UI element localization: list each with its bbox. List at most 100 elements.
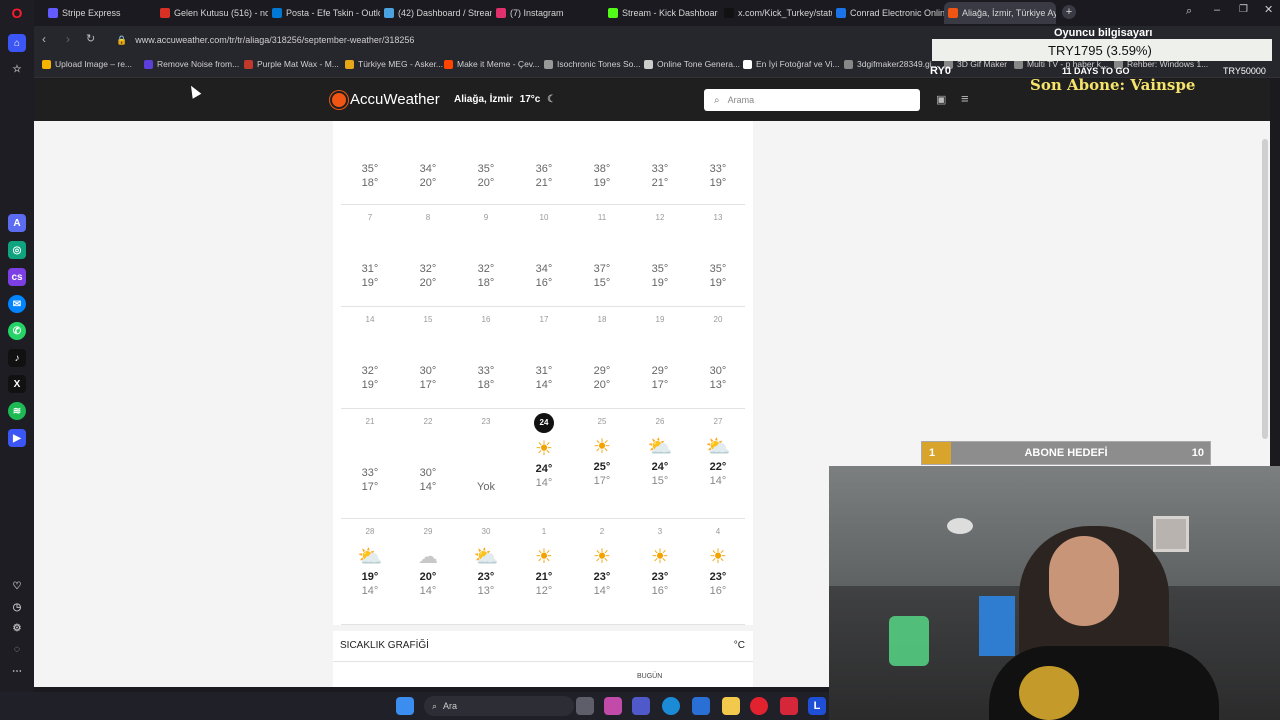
opera-logo-icon[interactable]: O: [8, 4, 26, 22]
spotify-icon[interactable]: ≋: [8, 402, 26, 420]
calendar-day[interactable]: 35° 20°: [457, 125, 515, 189]
maximize-button[interactable]: ❐: [1239, 4, 1248, 15]
unit-toggle[interactable]: °C: [734, 640, 745, 651]
calendar-day[interactable]: 38° 19°: [573, 125, 631, 189]
player-icon[interactable]: ▶: [8, 429, 26, 447]
bookmark-item[interactable]: Purple Mat Wax - M...: [244, 59, 339, 69]
bookmark-item[interactable]: En İyi Fotoğraf ve Vi...: [743, 59, 839, 69]
calendar-day[interactable]: 4 ☀ 23° 16°: [689, 523, 747, 597]
scrollbar[interactable]: [1262, 139, 1268, 439]
wps-icon[interactable]: [780, 697, 798, 715]
url-field[interactable]: 🔒 www.accuweather.com/tr/tr/aliaga/31825…: [106, 30, 996, 50]
whatsapp-icon[interactable]: ✆: [8, 322, 26, 340]
taskbar-search[interactable]: ⌕ Ara: [424, 696, 574, 716]
calendar-day[interactable]: 33° 21°: [631, 125, 689, 189]
tab-dashboard[interactable]: (42) Dashboard / Streamla: [380, 2, 492, 24]
tab-accuweather[interactable]: Aliağa, İzmir, Türkiye Aylı: [944, 2, 1056, 24]
messenger-icon[interactable]: ✉: [8, 295, 26, 313]
calendar-day[interactable]: 22 30° 14°: [399, 413, 457, 493]
bookmark-item[interactable]: Upload Image – re...: [42, 59, 132, 69]
bookmark-item[interactable]: 3dgifmaker28349.gi...: [844, 59, 939, 69]
calendar-day[interactable]: 18 29° 20°: [573, 311, 631, 391]
calendar-day[interactable]: 30 ⛅ 23° 13°: [457, 523, 515, 597]
back-icon[interactable]: ‹: [42, 32, 46, 46]
forward-icon[interactable]: ›: [66, 32, 70, 46]
calendar-day[interactable]: 27 ⛅ 22° 14°: [689, 413, 747, 487]
tab-stripe[interactable]: Stripe Express: [44, 2, 156, 24]
calendar-day[interactable]: 29 ☁ 20° 14°: [399, 523, 457, 597]
tab-gmail[interactable]: Gelen Kutusu (516) - nos: [156, 2, 268, 24]
more-icon[interactable]: ⋯: [8, 662, 26, 680]
search-tabs-icon[interactable]: ⌕: [1186, 5, 1192, 18]
tiktok-icon[interactable]: ♪: [8, 349, 26, 367]
calendar-day[interactable]: 33° 19°: [689, 125, 747, 189]
accuweather-logo[interactable]: AccuWeather: [332, 91, 440, 108]
new-tab-button[interactable]: +: [1062, 5, 1076, 19]
calendar-day[interactable]: 26 ⛅ 24° 15°: [631, 413, 689, 487]
bookmark-item[interactable]: Remove Noise from...: [144, 59, 239, 69]
pin-icon[interactable]: ☆: [8, 60, 26, 78]
cloud-icon: ☁: [418, 545, 438, 568]
calendar-day[interactable]: 3 ☀ 23° 16°: [631, 523, 689, 597]
current-location[interactable]: Aliağa, İzmir 17°c ☾: [454, 94, 556, 105]
file-explorer-icon[interactable]: [722, 697, 740, 715]
calendar-day[interactable]: 2 ☀ 23° 14°: [573, 523, 631, 597]
calendar-day[interactable]: 24 ☀ 24° 14°: [515, 413, 573, 489]
calendar-day[interactable]: 8 32° 20°: [399, 209, 457, 289]
calendar-day[interactable]: 19 29° 17°: [631, 311, 689, 391]
teams-icon[interactable]: [632, 697, 650, 715]
cs-icon[interactable]: cs: [8, 268, 26, 286]
day-number: 2: [599, 527, 605, 536]
search-input[interactable]: ⌕ Arama: [704, 89, 920, 111]
bookmark-item[interactable]: Isochronic Tones So...: [544, 59, 640, 69]
tab-x[interactable]: x.com/Kick_Turkey/status: [720, 2, 832, 24]
calendar-day[interactable]: 10 34° 16°: [515, 209, 573, 289]
copilot-icon[interactable]: [604, 697, 622, 715]
history-icon[interactable]: ◷: [8, 598, 26, 616]
calendar-day[interactable]: 25 ☀ 25° 17°: [573, 413, 631, 487]
calendar-day[interactable]: 21 33° 17°: [341, 413, 399, 493]
bookmark-item[interactable]: Online Tone Genera...: [644, 59, 740, 69]
settings-icon[interactable]: ⚙: [8, 619, 26, 637]
calendar-day[interactable]: 15 30° 17°: [399, 311, 457, 391]
calendar-day[interactable]: 11 37° 15°: [573, 209, 631, 289]
tab-outlook[interactable]: Posta - Efe Tskin - Outlook: [268, 2, 380, 24]
calendar-day[interactable]: 9 32° 18°: [457, 209, 515, 289]
calendar-day[interactable]: 35° 18°: [341, 125, 399, 189]
bookmark-item[interactable]: Make it Meme - Çev...: [444, 59, 540, 69]
heart-icon[interactable]: ♡: [8, 577, 26, 595]
calendar-day[interactable]: 23 Yok: [457, 413, 515, 493]
opera-icon[interactable]: [750, 697, 768, 715]
windows-start-icon[interactable]: [396, 697, 414, 715]
none-icon: [457, 143, 515, 163]
minimize-button[interactable]: –: [1214, 4, 1220, 16]
calendar-day[interactable]: 13 35° 19°: [689, 209, 747, 289]
day-number: 11: [597, 213, 607, 222]
calendar-day[interactable]: 20 30° 13°: [689, 311, 747, 391]
calendar-day[interactable]: 36° 21°: [515, 125, 573, 189]
close-button[interactable]: ✕: [1264, 3, 1273, 16]
calendar-day[interactable]: 14 32° 19°: [341, 311, 399, 391]
edge-icon[interactable]: [662, 697, 680, 715]
tab-conrad[interactable]: Conrad Electronic Online: [832, 2, 944, 24]
task-view-icon[interactable]: [576, 697, 594, 715]
l-app-icon[interactable]: L: [808, 697, 826, 715]
calendar-day[interactable]: 7 31° 19°: [341, 209, 399, 289]
calendar-day[interactable]: 17 31° 14°: [515, 311, 573, 391]
calendar-day[interactable]: 12 35° 19°: [631, 209, 689, 289]
store-icon[interactable]: [692, 697, 710, 715]
sun-cloud-icon: ⛅: [647, 435, 673, 458]
calendar-day[interactable]: 34° 20°: [399, 125, 457, 189]
tab-kick[interactable]: Stream - Kick Dashboard: [604, 2, 718, 24]
calendar-day[interactable]: 16 33° 18°: [457, 311, 515, 391]
tab-instagram[interactable]: (7) Instagram: [492, 2, 604, 24]
bookmark-item[interactable]: Türkiye MEG - Asker...: [345, 59, 443, 69]
reload-icon[interactable]: ↻: [86, 32, 95, 45]
lightbulb-icon[interactable]: ◌: [8, 640, 26, 658]
calendar-day[interactable]: 1 ☀ 21° 12°: [515, 523, 573, 597]
home-icon[interactable]: ⌂: [8, 34, 26, 52]
chatgpt-icon[interactable]: ◎: [8, 241, 26, 259]
x-icon[interactable]: X: [8, 375, 26, 393]
aria-icon[interactable]: A: [8, 214, 26, 232]
calendar-day[interactable]: 28 ⛅ 19° 14°: [341, 523, 399, 597]
